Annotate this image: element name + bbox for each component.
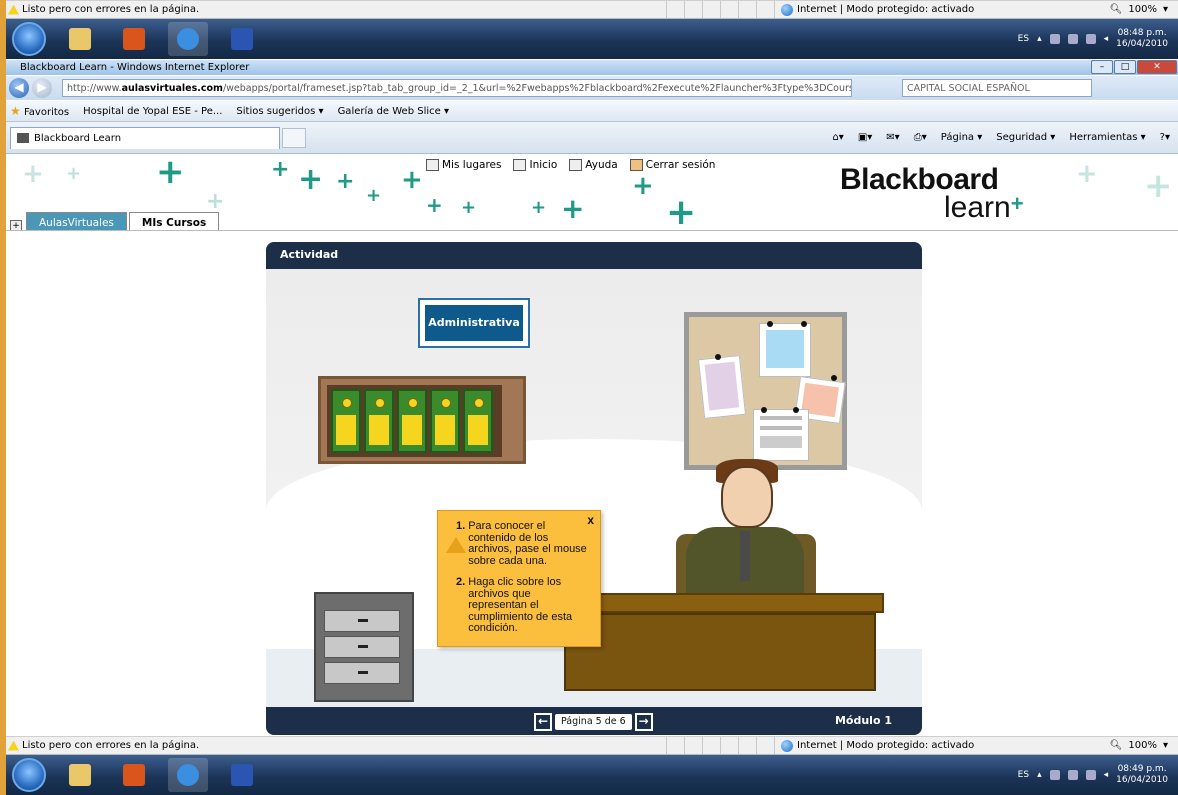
help-link[interactable]: Ayuda <box>569 159 618 171</box>
print-icon[interactable]: ⎙▾ <box>914 132 927 143</box>
search-input[interactable]: CAPITAL SOCIAL ESPAÑOL <box>902 79 1092 97</box>
file-binder[interactable] <box>364 389 394 453</box>
top-links: Mis lugares Inicio Ayuda Cerrar sesión <box>426 159 715 171</box>
mail-icon[interactable]: ✉▾ <box>886 132 899 143</box>
browser-tab[interactable]: Blackboard Learn <box>10 126 280 149</box>
close-button[interactable]: ✕ <box>1137 60 1177 74</box>
window-title: Blackboard Learn - Windows Internet Expl… <box>20 62 250 73</box>
globe-icon <box>781 739 793 752</box>
back-button[interactable]: ◀ <box>9 78 29 98</box>
status-text: Listo pero con errores en la página. <box>22 740 200 751</box>
module-label: Módulo 1 <box>834 714 892 727</box>
language-indicator[interactable]: ES <box>1018 770 1029 780</box>
system-tray: ES ▴ ◂ 08:49 p.m. 16/04/2010 <box>1017 764 1168 786</box>
tab-row: Blackboard Learn ⌂▾ ▣▾ ✉▾ ⎙▾ Página ▾ Se… <box>6 122 1178 154</box>
favorite-item[interactable]: Sitios sugeridos ▾ <box>236 106 323 117</box>
new-tab-button[interactable] <box>282 127 306 148</box>
blackboard-header: + + + + + + + + + + + + + + + + + Mis lu… <box>6 155 1178 231</box>
favorites-button[interactable]: ★ Favoritos <box>10 104 69 118</box>
zoom-icon[interactable]: 🔍︎ <box>1110 740 1123 751</box>
desk <box>558 593 884 613</box>
clock[interactable]: 08:49 p.m. 16/04/2010 <box>1116 764 1168 786</box>
explorer-icon[interactable] <box>60 758 100 792</box>
clock[interactable]: 08:48 p.m. 16/04/2010 <box>1116 28 1168 50</box>
start-button[interactable] <box>12 22 46 56</box>
explorer-icon[interactable] <box>60 22 100 56</box>
media-player-icon[interactable] <box>114 22 154 56</box>
tab-aulasvirtuales[interactable]: AulasVirtuales <box>26 212 127 230</box>
administrativa-button[interactable]: Administrativa <box>425 305 523 341</box>
instruction-step: 2. Haga clic sobre los archivos que repre… <box>456 576 573 634</box>
file-binder[interactable] <box>331 389 361 453</box>
instructions-popup: x 1. Para conocer el contenido de los arc… <box>437 510 601 647</box>
prev-page-button[interactable]: ← <box>534 713 552 731</box>
close-popup-button[interactable]: x <box>587 513 594 527</box>
url-input[interactable]: http://www. aulasvirtuales.com/webapps/po… <box>62 79 852 97</box>
tools-menu[interactable]: Herramientas ▾ <box>1069 132 1145 143</box>
person <box>721 466 773 528</box>
favorite-item[interactable]: Hospital de Yopal ESE - Pe... <box>83 106 222 117</box>
ie-status-bar-top: Listo pero con errores en la página. Int… <box>6 0 1178 19</box>
course-tabs: + AulasVirtuales MIs Cursos <box>10 210 221 230</box>
windows-taskbar-top: ES ▴ ◂ 08:48 p.m. 16/04/2010 <box>6 19 1178 59</box>
command-bar: ⌂▾ ▣▾ ✉▾ ⎙▾ Página ▾ Seguridad ▾ Herrami… <box>832 132 1178 143</box>
home-link[interactable]: Inicio <box>513 159 557 171</box>
windows-taskbar-bottom: ES ▴ ◂ 08:49 p.m. 16/04/2010 <box>6 755 1178 795</box>
logout-link[interactable]: Cerrar sesión <box>629 159 715 171</box>
file-binder[interactable] <box>397 389 427 453</box>
shelf <box>318 376 526 464</box>
instruction-step: 1. Para conocer el contenido de los archi… <box>456 520 587 567</box>
security-menu[interactable]: Seguridad ▾ <box>996 132 1055 143</box>
tab-mis-cursos[interactable]: MIs Cursos <box>128 212 220 230</box>
globe-icon <box>781 3 793 16</box>
site-icon <box>17 133 29 143</box>
favorites-bar: ★ Favoritos Hospital de Yopal ESE - Pe..… <box>6 101 1178 122</box>
page-indicator: Página 5 de 6 <box>555 714 632 730</box>
help-icon[interactable]: ?▾ <box>1160 132 1170 143</box>
warning-icon[interactable] <box>8 740 19 751</box>
category-frame: Administrativa <box>418 298 530 348</box>
security-zone[interactable]: Internet | Modo protegido: activado <box>797 4 974 15</box>
zoom-icon[interactable]: 🔍︎ <box>1110 4 1123 15</box>
warning-icon[interactable] <box>8 4 19 15</box>
window-titlebar: Blackboard Learn - Windows Internet Expl… <box>6 60 1178 75</box>
screen: Listo pero con errores en la página. Int… <box>0 0 1178 795</box>
feeds-icon[interactable]: ▣▾ <box>858 132 872 143</box>
zoom-level[interactable]: 100% <box>1128 740 1157 751</box>
pager: ← Página 5 de 6 → <box>534 713 653 731</box>
media-player-icon[interactable] <box>114 758 154 792</box>
security-zone[interactable]: Internet | Modo protegido: activado <box>797 740 974 751</box>
learn-logo: learn+ <box>944 191 1024 224</box>
word-icon[interactable] <box>222 22 262 56</box>
page-menu[interactable]: Página ▾ <box>941 132 983 143</box>
maximize-button[interactable]: □ <box>1114 60 1136 74</box>
internet-explorer-icon[interactable] <box>168 758 208 792</box>
address-bar: ◀ ▶ http://www. aulasvirtuales.com/webapp… <box>6 76 1178 100</box>
my-places-link[interactable]: Mis lugares <box>426 159 501 171</box>
language-indicator[interactable]: ES <box>1018 34 1029 44</box>
cork-board <box>684 312 847 470</box>
office-scene: Administrativa x 1. Para conocer el cont… <box>266 269 922 707</box>
forward-button[interactable]: ▶ <box>32 78 52 98</box>
home-icon[interactable]: ⌂▾ <box>832 132 843 143</box>
ie-status-bar-bottom: Listo pero con errores en la página. Int… <box>6 736 1178 755</box>
internet-explorer-icon[interactable] <box>168 22 208 56</box>
word-icon[interactable] <box>222 758 262 792</box>
file-binder[interactable] <box>430 389 460 453</box>
zoom-level[interactable]: 100% <box>1128 4 1157 15</box>
favorite-item[interactable]: Galería de Web Slice ▾ <box>338 106 449 117</box>
start-button[interactable] <box>12 758 46 792</box>
status-text: Listo pero con errores en la página. <box>22 4 200 15</box>
file-binder[interactable] <box>463 389 493 453</box>
activity-title: Actividad <box>266 242 922 269</box>
minimize-button[interactable]: – <box>1091 60 1113 74</box>
star-icon: ★ <box>10 104 21 118</box>
activity-footer: ← Página 5 de 6 → Módulo 1 <box>266 707 922 735</box>
activity-panel: Actividad Administrativa x 1. Para conoc… <box>266 242 922 735</box>
collapse-icon[interactable]: + <box>10 220 22 230</box>
system-tray: ES ▴ ◂ 08:48 p.m. 16/04/2010 <box>1017 28 1168 50</box>
filing-cabinet <box>314 592 414 702</box>
next-page-button[interactable]: → <box>634 713 653 731</box>
